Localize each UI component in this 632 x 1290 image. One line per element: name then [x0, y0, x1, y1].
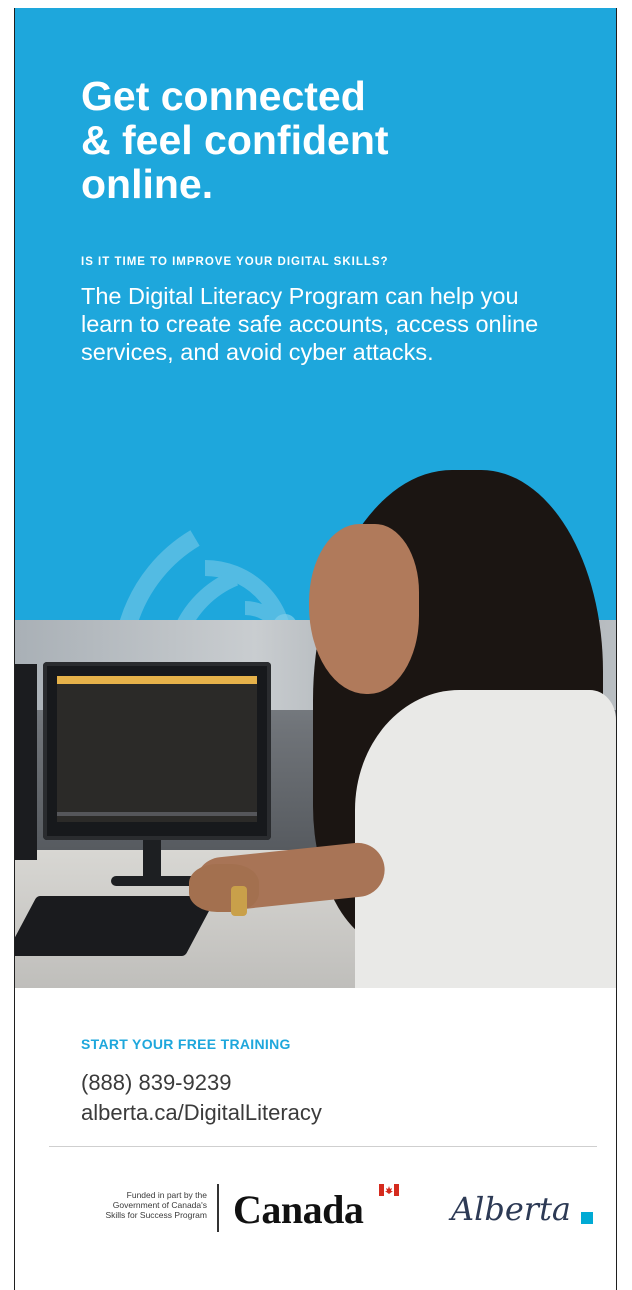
- website-link[interactable]: alberta.ca/DigitalLiteracy: [81, 1100, 322, 1126]
- hero-photo: [15, 470, 616, 988]
- phone-number[interactable]: (888) 839-9239: [81, 1070, 231, 1096]
- monitor-stand: [143, 840, 161, 880]
- cta-label: START YOUR FREE TRAINING: [81, 1036, 291, 1052]
- person-face: [309, 524, 419, 694]
- taskbar: [57, 812, 257, 816]
- footer: START YOUR FREE TRAINING (888) 839-9239 …: [15, 988, 616, 1290]
- headline: Get connected & feel confident online.: [81, 74, 581, 206]
- wristwatch: [231, 886, 247, 916]
- funding-note: Funded in part by the Government of Cana…: [55, 1190, 207, 1220]
- person-shirt: [355, 690, 616, 988]
- computer-monitor: [43, 662, 271, 840]
- side-monitor: [15, 664, 37, 860]
- poster: Get connected & feel confident online. I…: [14, 8, 617, 1290]
- window-titlebar: [57, 676, 257, 684]
- person-hand: [189, 864, 259, 912]
- funding-line: Skills for Success Program: [105, 1210, 207, 1220]
- hero-panel: Get connected & feel confident online. I…: [15, 8, 616, 988]
- monitor-screen: [57, 676, 257, 822]
- canada-flag-icon: [379, 1184, 399, 1196]
- canada-wordmark: Canada: [233, 1187, 364, 1232]
- intro-paragraph: The Digital Literacy Program can help yo…: [81, 283, 539, 365]
- headline-line: & feel confident: [81, 117, 389, 163]
- headline-line: online.: [81, 161, 214, 207]
- headline-line: Get connected: [81, 73, 366, 119]
- keyboard: [15, 896, 217, 956]
- logo-separator: [217, 1184, 219, 1232]
- divider: [49, 1146, 597, 1147]
- funding-line: Funded in part by the: [126, 1190, 207, 1200]
- alberta-logo: Alberta: [451, 1190, 571, 1228]
- eyebrow-question: IS IT TIME TO IMPROVE YOUR DIGITAL SKILL…: [81, 256, 389, 268]
- alberta-square-icon: [581, 1212, 593, 1224]
- monitor-base: [111, 876, 201, 886]
- funding-line: Government of Canada's: [112, 1200, 207, 1210]
